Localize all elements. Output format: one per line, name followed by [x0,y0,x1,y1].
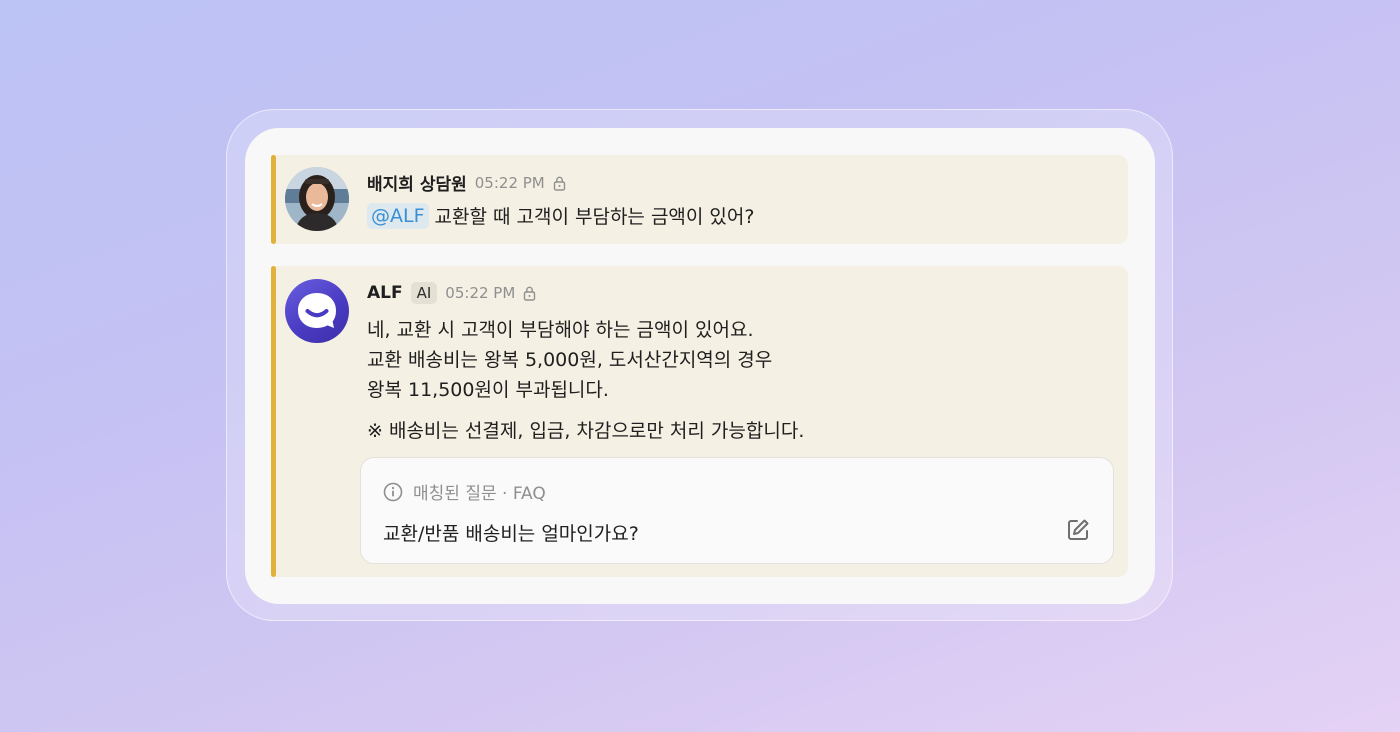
timestamp: 05:22 PM [474,173,545,192]
matched-faq-card[interactable]: 매칭된 질문 · FAQ 교환/반품 배송비는 얼마인가요? [360,457,1114,564]
message-line: 왕복 11,500원이 부과됩니다. [367,379,609,401]
message-text: @ALF 교환할 때 고객이 부담하는 금액이 있어? [367,202,754,229]
message-line: 네, 교환 시 고객이 부담해야 하는 금액이 있어요. [367,319,754,341]
timestamp: 05:22 PM [445,284,516,302]
lock-icon [522,285,537,301]
lock-icon [552,175,567,191]
message-body: 교환할 때 고객이 부담하는 금액이 있어? [434,206,755,228]
mention-tag[interactable]: @ALF [367,202,429,229]
faq-label: 매칭된 질문 · FAQ [413,484,546,504]
agent-photo-icon [285,167,349,231]
faq-question: 교환/반품 배송비는 얼마인가요? [383,523,639,545]
author-name: 배지희 상담원 [367,175,467,195]
message-header: ALF AI 05:22 PM [367,282,537,304]
message-note: ※ 배송비는 선결제, 입금, 차감으로만 처리 가능합니다. [367,420,805,442]
author-name: ALF [367,283,403,303]
message-alf: ALF AI 05:22 PM 네, 교환 시 고객이 부담해야 하는 금액이 … [271,266,1128,577]
avatar[interactable] [285,167,349,231]
message-body: 네, 교환 시 고객이 부담해야 하는 금액이 있어요. 교환 배송비는 왕복 … [367,315,772,405]
info-icon [383,482,403,502]
edit-icon[interactable] [1065,517,1091,543]
message-header: 배지희 상담원 05:22 PM [367,170,567,195]
avatar[interactable] [285,279,349,343]
faq-header: 매칭된 질문 · FAQ [383,479,546,504]
alf-logo-icon [298,293,336,328]
ai-badge: AI [410,282,438,304]
message-agent: 배지희 상담원 05:22 PM @ALF 교환할 때 고객이 부담하는 금액이… [271,155,1128,244]
message-line: 교환 배송비는 왕복 5,000원, 도서산간지역의 경우 [367,349,773,371]
